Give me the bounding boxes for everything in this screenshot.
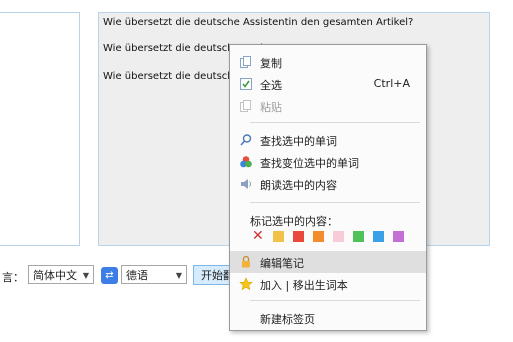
menu-item-paste[interactable]: 粘贴 xyxy=(230,95,426,117)
source-language-value: 简体中文 xyxy=(33,269,77,282)
speaker-icon xyxy=(239,177,253,191)
color-swatch-green[interactable] xyxy=(353,231,364,242)
chevron-down-icon: ▼ xyxy=(175,271,182,280)
menu-item-vocabulary[interactable]: 加入 | 移出生词本 xyxy=(230,273,426,295)
shortcut-label: Ctrl+A xyxy=(373,77,410,90)
paste-icon xyxy=(239,99,253,113)
color-swatch-orange[interactable] xyxy=(313,231,324,242)
menu-item-label: 粘贴 xyxy=(260,101,282,114)
lock-icon xyxy=(239,255,253,269)
color-swatch-red[interactable] xyxy=(293,231,304,242)
select-all-icon xyxy=(239,77,253,91)
menu-separator xyxy=(250,300,420,301)
color-swatch-pink[interactable] xyxy=(333,231,344,242)
menu-item-label: 朗读选中的内容 xyxy=(260,179,337,192)
color-swatch-blue[interactable] xyxy=(373,231,384,242)
menu-item-label: 复制 xyxy=(260,57,282,70)
source-language-select[interactable]: 简体中文 ▼ xyxy=(28,265,94,284)
menu-item-label: 加入 | 移出生词本 xyxy=(260,279,348,292)
menu-item-label: 查找变位选中的单词 xyxy=(260,157,359,170)
search-icon xyxy=(239,133,253,147)
menu-item-label: 查找选中的单词 xyxy=(260,135,337,148)
clear-mark-icon[interactable]: ✕ xyxy=(252,228,264,244)
color-swatch-yellow[interactable] xyxy=(273,231,284,242)
copy-icon xyxy=(239,55,253,69)
menu-item-label: 全选 xyxy=(260,79,282,92)
swap-languages-icon[interactable]: ⇄ xyxy=(101,267,118,284)
menu-separator xyxy=(250,202,420,203)
chevron-down-icon: ▼ xyxy=(82,271,89,280)
mark-section-title: 标记选中的内容： xyxy=(250,215,338,228)
menu-item-new-tab[interactable]: 新建标签页 xyxy=(230,307,426,329)
menu-item-copy[interactable]: 复制 xyxy=(230,51,426,73)
menu-item-label: 编辑笔记 xyxy=(260,257,304,270)
target-language-value: 德语 xyxy=(126,269,148,282)
menu-item-select-all[interactable]: 全选 Ctrl+A xyxy=(230,73,426,95)
color-swatch-purple[interactable] xyxy=(393,231,404,242)
conjugation-icon xyxy=(239,155,253,169)
language-label: 言： xyxy=(2,271,24,284)
menu-item-find-conjugated-word[interactable]: 查找变位选中的单词 xyxy=(230,151,426,173)
menu-item-edit-note[interactable]: 编辑笔记 xyxy=(230,251,426,273)
context-menu: 复制 全选 Ctrl+A 粘贴 查找选中的单词 查找变位选中的单词 朗读选中的内… xyxy=(229,44,427,331)
target-language-select[interactable]: 德语 ▼ xyxy=(121,265,187,284)
menu-item-label: 新建标签页 xyxy=(260,313,315,326)
left-text-panel[interactable] xyxy=(0,12,80,246)
menu-separator xyxy=(250,122,420,123)
menu-item-find-word[interactable]: 查找选中的单词 xyxy=(230,129,426,151)
menu-item-read-aloud[interactable]: 朗读选中的内容 xyxy=(230,173,426,195)
output-line-1: Wie übersetzt die deutsche Assistentin d… xyxy=(103,17,414,28)
star-icon xyxy=(239,277,253,291)
